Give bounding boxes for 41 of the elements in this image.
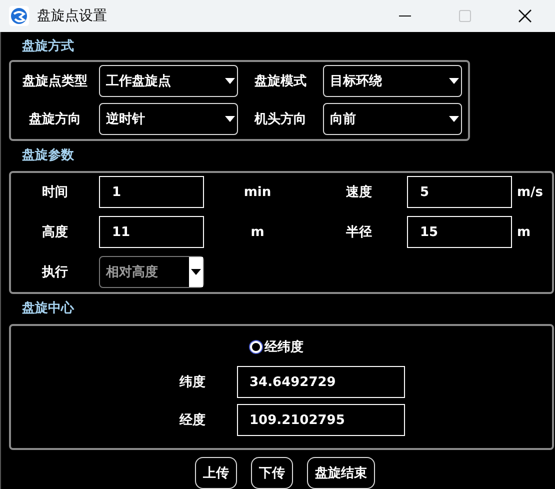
- unit-label: m/s: [516, 184, 544, 200]
- dropdown[interactable]: 逆时针: [99, 103, 238, 135]
- input-field[interactable]: 15: [407, 216, 512, 248]
- section-title: 盘旋中心: [21, 300, 76, 318]
- caret-icon: [449, 116, 459, 122]
- field-label: 速度: [345, 184, 373, 201]
- section-title: 盘旋方式: [21, 38, 75, 56]
- field-label: 半径: [345, 224, 373, 241]
- field-label: 经度: [178, 412, 206, 429]
- radio-button[interactable]: 经纬度: [250, 338, 304, 356]
- unit-label: m: [250, 224, 266, 240]
- caret-icon: [225, 78, 235, 84]
- field-label: 盘旋点类型: [22, 73, 88, 90]
- action-button[interactable]: 下传: [251, 457, 293, 489]
- dropdown[interactable]: 工作盘旋点: [99, 65, 238, 97]
- section-title: 盘旋参数: [21, 147, 75, 165]
- field-label: 纬度: [178, 374, 206, 391]
- input-field[interactable]: 5: [407, 176, 512, 208]
- action-button[interactable]: 上传: [195, 457, 237, 489]
- field-label: 时间: [41, 184, 69, 201]
- field-label: 盘旋方向: [28, 110, 82, 128]
- close-icon: [518, 9, 532, 23]
- unit-label: m: [516, 224, 532, 240]
- caret-icon: [191, 269, 201, 275]
- field-label: 执行: [40, 264, 69, 281]
- input-field[interactable]: 34.6492729: [236, 366, 404, 398]
- window-title: 盘旋点设置: [37, 7, 107, 25]
- action-button[interactable]: 盘旋结束: [307, 457, 375, 489]
- field-label: 盘旋模式: [254, 73, 308, 90]
- input-field[interactable]: 1: [99, 176, 204, 208]
- input-field[interactable]: 11: [99, 216, 204, 248]
- unit-label: min: [242, 184, 272, 200]
- maximize-icon: [459, 10, 471, 22]
- field-label: 高度: [41, 224, 69, 241]
- field-label: 机头方向: [253, 110, 308, 128]
- caret-icon: [449, 78, 459, 84]
- input-field[interactable]: 109.2102795: [236, 404, 404, 436]
- app-logo-icon: [9, 6, 29, 26]
- dropdown[interactable]: 目标环绕: [323, 65, 462, 97]
- caret-icon: [225, 116, 235, 122]
- dropdown[interactable]: 向前: [323, 103, 462, 135]
